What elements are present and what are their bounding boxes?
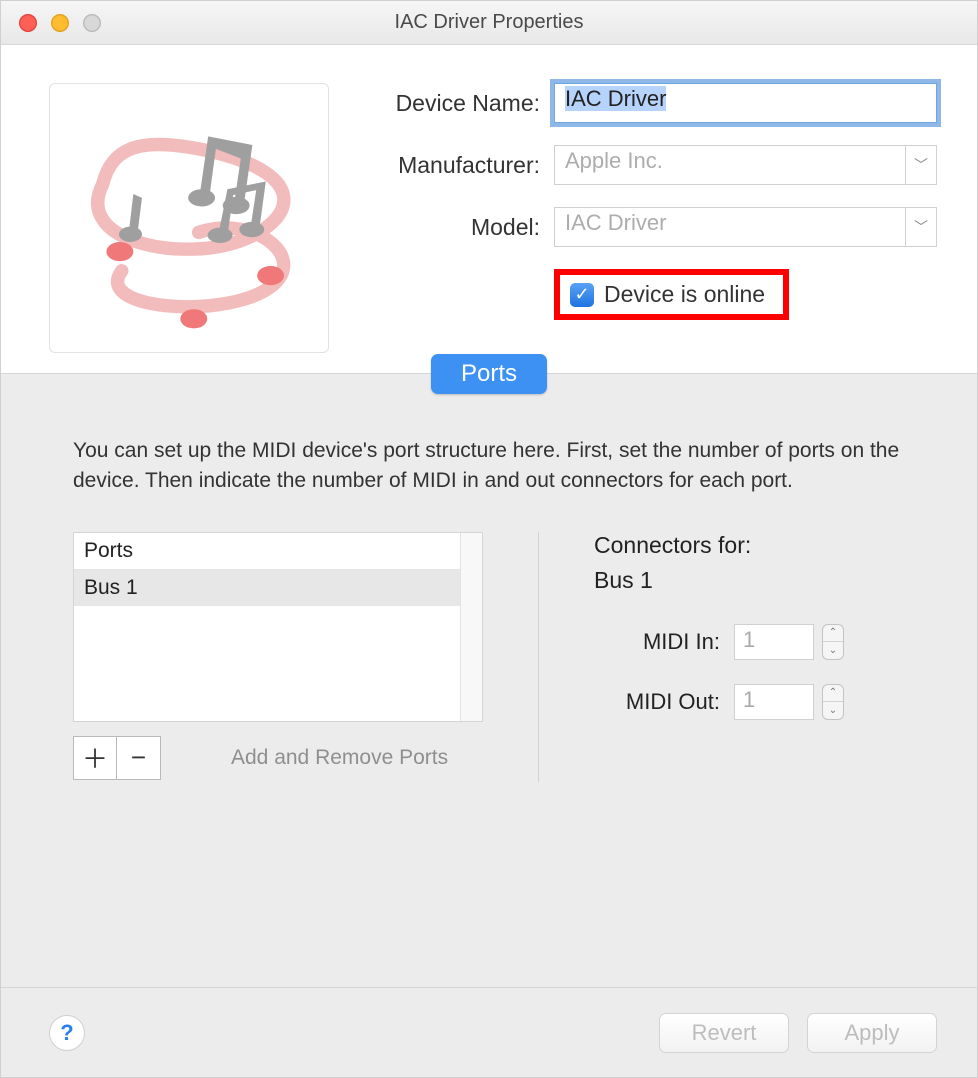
connectors-target: Bus 1 [594, 567, 905, 594]
scrollbar[interactable] [460, 533, 482, 721]
model-label: Model: [369, 214, 554, 241]
chevron-up-icon[interactable]: ⌃ [823, 685, 843, 702]
tab-ports[interactable]: Ports [431, 354, 547, 394]
add-remove-label: Add and Remove Ports [231, 746, 448, 770]
manufacturer-value: Apple Inc. [554, 145, 905, 185]
ports-table[interactable]: Ports Bus 1 [73, 532, 483, 722]
connectors-title: Connectors for: [594, 532, 905, 559]
titlebar: IAC Driver Properties [1, 1, 977, 45]
apply-button[interactable]: Apply [807, 1013, 937, 1053]
chevron-down-icon[interactable]: ﹀ [905, 207, 937, 247]
device-name-label: Device Name: [369, 90, 554, 117]
ports-description: You can set up the MIDI device's port st… [73, 436, 905, 497]
midi-out-label: MIDI Out: [594, 689, 734, 715]
device-icon[interactable] [49, 83, 329, 353]
ports-header: Ports [74, 533, 482, 570]
midi-in-stepper[interactable]: ⌃ ⌄ [822, 624, 844, 660]
connectors-panel: Connectors for: Bus 1 MIDI In: 1 ⌃ ⌄ MID… [594, 532, 905, 782]
device-name-input[interactable]: IAC Driver [554, 83, 937, 123]
midi-out-input[interactable]: 1 [734, 684, 814, 720]
tabs: Ports [1, 354, 977, 394]
device-online-checkbox[interactable]: ✓ [570, 283, 594, 307]
add-port-button[interactable]: ＋ [73, 736, 117, 780]
manufacturer-combo[interactable]: Apple Inc. ﹀ [554, 145, 937, 185]
model-value: IAC Driver [554, 207, 905, 247]
chevron-down-icon[interactable]: ⌄ [823, 642, 843, 659]
device-form: Device Name: IAC Driver Manufacturer: Ap… [369, 83, 937, 353]
midi-in-label: MIDI In: [594, 629, 734, 655]
help-button[interactable]: ? [49, 1015, 85, 1051]
device-online-label: Device is online [604, 281, 765, 308]
midi-out-stepper[interactable]: ⌃ ⌄ [822, 684, 844, 720]
chevron-up-icon[interactable]: ⌃ [823, 625, 843, 642]
device-info-section: Device Name: IAC Driver Manufacturer: Ap… [1, 45, 977, 374]
footer: ? Revert Apply [1, 987, 977, 1077]
midi-in-input[interactable]: 1 [734, 624, 814, 660]
chevron-down-icon[interactable]: ⌄ [823, 702, 843, 719]
divider [538, 532, 539, 782]
table-row[interactable]: Bus 1 [74, 570, 482, 606]
midi-notes-icon [64, 98, 314, 338]
manufacturer-label: Manufacturer: [369, 152, 554, 179]
properties-window: IAC Driver Properties [0, 0, 978, 1078]
device-name-value: IAC Driver [565, 86, 666, 111]
model-combo[interactable]: IAC Driver ﹀ [554, 207, 937, 247]
device-online-highlight: ✓ Device is online [554, 269, 789, 320]
ports-section: You can set up the MIDI device's port st… [1, 394, 977, 782]
window-title: IAC Driver Properties [1, 11, 977, 34]
revert-button[interactable]: Revert [659, 1013, 789, 1053]
remove-port-button[interactable]: − [117, 736, 161, 780]
chevron-down-icon[interactable]: ﹀ [905, 145, 937, 185]
